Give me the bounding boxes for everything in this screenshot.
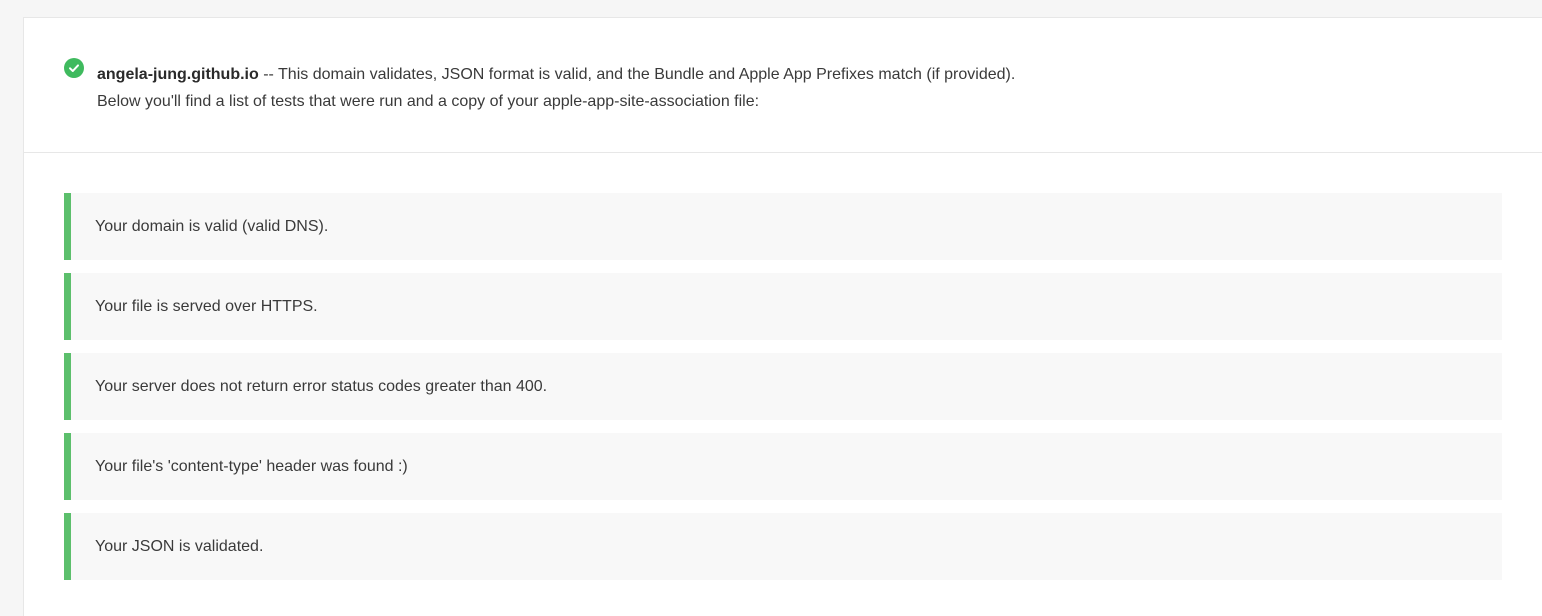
test-result-item: Your server does not return error status…	[64, 353, 1502, 420]
test-result-label: Your JSON is validated.	[95, 537, 264, 555]
test-result-label: Your file's 'content-type' header was fo…	[95, 457, 408, 475]
test-result-label: Your domain is valid (valid DNS).	[95, 217, 329, 235]
validation-summary: angela-jung.github.io -- This domain val…	[24, 18, 1542, 153]
summary-line: angela-jung.github.io -- This domain val…	[97, 61, 1015, 88]
test-result-item: Your file is served over HTTPS.	[64, 273, 1502, 340]
test-result-label: Your file is served over HTTPS.	[95, 297, 318, 315]
test-result-item: Your domain is valid (valid DNS).	[64, 193, 1502, 260]
summary-subtext: Below you'll find a list of tests that w…	[97, 93, 760, 110]
test-result-item: Your file's 'content-type' header was fo…	[64, 433, 1502, 500]
test-results-list: Your domain is valid (valid DNS). Your f…	[64, 193, 1502, 593]
summary-message: -- This domain validates, JSON format is…	[258, 66, 1016, 83]
check-circle-icon	[64, 58, 84, 78]
test-result-item: Your JSON is validated.	[64, 513, 1502, 580]
summary-text: angela-jung.github.io -- This domain val…	[97, 61, 1015, 115]
validated-domain: angela-jung.github.io	[97, 66, 259, 83]
test-result-label: Your server does not return error status…	[95, 377, 548, 395]
validation-result-panel: angela-jung.github.io -- This domain val…	[23, 17, 1542, 616]
